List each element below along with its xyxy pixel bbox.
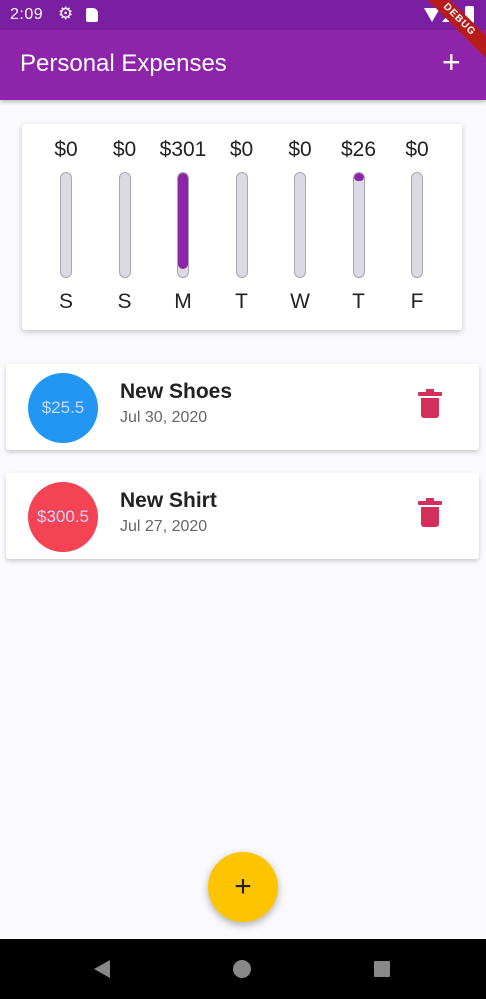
navigation-bar — [0, 939, 486, 999]
chart-bar-track — [411, 172, 423, 278]
sd-card-icon — [86, 8, 98, 22]
delete-button[interactable] — [418, 498, 442, 527]
status-time: 2:09 — [10, 6, 44, 23]
debug-banner: DEBUG — [416, 0, 486, 65]
chart-bar-4: $0 W — [272, 124, 328, 330]
chart-bar-day: M — [174, 290, 192, 313]
chart-bar-fill — [353, 173, 364, 182]
chart-bar-2: $301 M — [155, 124, 211, 330]
amount-avatar: $25.5 — [28, 373, 98, 443]
transaction-item: $25.5 New Shoes Jul 30, 2020 — [6, 364, 479, 450]
chart-bar-amount: $0 — [112, 138, 137, 161]
chart-bar-day: T — [352, 290, 365, 313]
chart-bar-amount: $0 — [54, 138, 78, 161]
chart-bar-fill — [178, 173, 188, 269]
chart-bar-0: $0 S — [38, 124, 94, 330]
chart-bar-amount: $301 — [159, 138, 207, 161]
home-icon[interactable] — [233, 960, 251, 978]
chart-bar-track — [118, 172, 131, 278]
chart-bar-amount: $0 — [288, 138, 312, 161]
chart-bar-track — [60, 172, 72, 278]
chart-bar-track — [235, 172, 248, 278]
chart-bar-5: $26 T — [331, 124, 387, 330]
chart-bar-amount: $26 — [340, 138, 377, 161]
chart-bar-amount: $0 — [229, 138, 254, 161]
chart-bar-day: W — [290, 290, 310, 313]
transaction-date: Jul 27, 2020 — [120, 518, 208, 535]
delete-button[interactable] — [418, 389, 442, 418]
plus-icon: + — [234, 870, 252, 903]
chart-bar-3: $0 T — [214, 124, 270, 330]
status-bar: 2:09 ⚙ — [0, 0, 486, 30]
debug-banner-container: DEBUG — [416, 0, 486, 70]
weekly-chart: $0 S $0 S $301 M $0 T $0 W $26 T $0 F — [22, 124, 462, 330]
page-title: Personal Expenses — [20, 50, 227, 77]
recents-icon[interactable] — [374, 961, 390, 977]
chart-bar-day: S — [117, 290, 132, 313]
chart-bar-1: $0 S — [97, 124, 153, 330]
chart-bar-track — [352, 172, 365, 278]
add-transaction-fab[interactable]: + — [208, 852, 278, 922]
transaction-item: $300.5 New Shirt Jul 27, 2020 — [6, 473, 479, 559]
app-bar: Personal Expenses + — [0, 30, 486, 100]
chart-bar-amount: $0 — [405, 138, 429, 161]
amount-avatar: $300.5 — [28, 482, 98, 552]
settings-icon: ⚙ — [58, 4, 74, 23]
transaction-title: New Shoes — [120, 380, 233, 403]
chart-bar-track — [177, 172, 189, 278]
chart-bar-6: $0 F — [389, 124, 445, 330]
chart-bar-day: F — [410, 290, 424, 313]
transaction-title: New Shirt — [120, 489, 217, 512]
chart-bar-track — [294, 172, 306, 278]
back-icon[interactable] — [94, 960, 110, 978]
chart-bar-day: S — [58, 290, 73, 313]
transaction-date: Jul 30, 2020 — [120, 409, 208, 426]
chart-bar-day: T — [235, 290, 248, 313]
